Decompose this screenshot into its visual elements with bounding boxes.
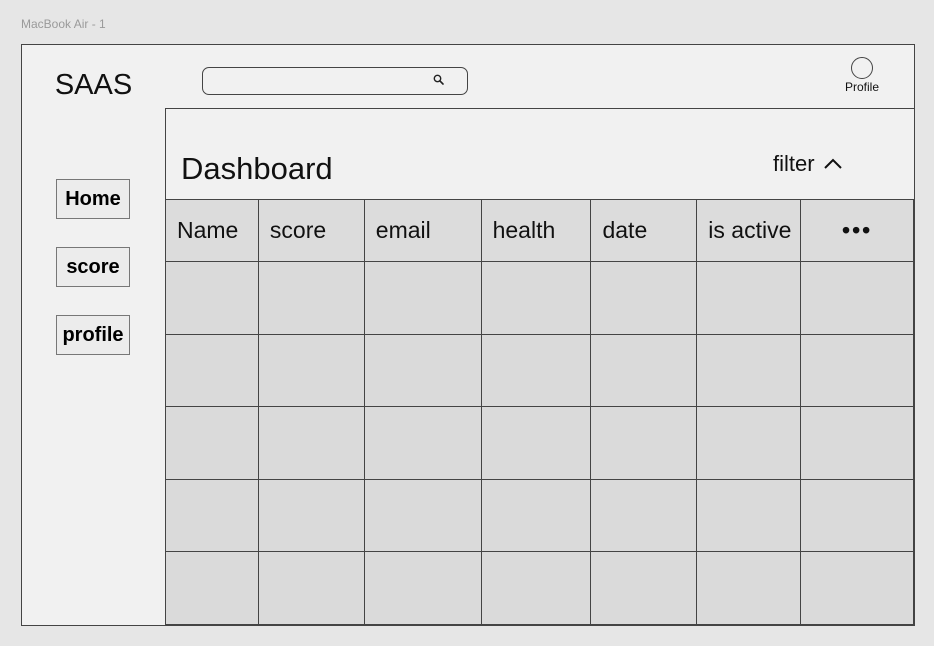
profile-label: Profile xyxy=(844,80,879,94)
frame-label: MacBook Air - 1 xyxy=(21,17,106,31)
table-cell xyxy=(363,478,482,553)
filter-label: filter xyxy=(773,151,815,176)
table-cell xyxy=(480,478,592,553)
column-header-date[interactable]: date xyxy=(590,199,698,262)
table-cell xyxy=(165,406,259,480)
table-cell xyxy=(363,406,482,480)
table-cell xyxy=(590,261,698,335)
column-header-score[interactable]: score xyxy=(257,199,365,262)
sidebar-item-profile[interactable]: profile xyxy=(56,315,130,355)
app-logo: SAAS xyxy=(54,69,133,101)
table-cell xyxy=(257,551,365,625)
column-header-is-active[interactable]: is active xyxy=(696,199,802,262)
table-cell xyxy=(257,478,365,553)
data-table: Name score email health date is active •… xyxy=(165,199,914,625)
table-cell xyxy=(257,406,365,480)
app-window: SAAS Home score profile Profile Dashboar… xyxy=(21,44,915,626)
table-cell xyxy=(696,333,802,408)
table-cell xyxy=(165,261,259,335)
table-header-row: Name score email health date is active •… xyxy=(165,199,914,262)
table-cell xyxy=(480,261,592,335)
table-cell xyxy=(480,406,592,480)
table-cell xyxy=(165,333,259,408)
more-options-icon[interactable]: ••• xyxy=(800,199,914,262)
table-row[interactable] xyxy=(165,261,914,335)
sidebar-item-score[interactable]: score xyxy=(56,247,130,287)
column-header-health[interactable]: health xyxy=(480,199,592,262)
table-cell xyxy=(800,406,914,480)
profile-button[interactable]: Profile xyxy=(837,57,887,94)
table-cell xyxy=(696,406,802,480)
table-cell xyxy=(480,551,592,625)
search-icon[interactable] xyxy=(432,73,446,87)
search-input[interactable] xyxy=(211,71,415,93)
table-cell xyxy=(165,478,259,553)
table-cell xyxy=(590,333,698,408)
table-cell xyxy=(696,261,802,335)
table-cell xyxy=(363,551,482,625)
column-header-name[interactable]: Name xyxy=(165,199,259,262)
table-row[interactable] xyxy=(165,478,914,553)
sidebar-item-home[interactable]: Home xyxy=(56,179,130,219)
page-title: Dashboard xyxy=(181,151,333,186)
sidebar: SAAS Home score profile xyxy=(22,45,166,625)
avatar[interactable] xyxy=(851,57,873,79)
topbar: Profile xyxy=(165,45,914,109)
table-cell xyxy=(696,478,802,553)
table-cell xyxy=(800,551,914,625)
column-header-email[interactable]: email xyxy=(363,199,482,262)
table-cell xyxy=(480,333,592,408)
table-cell xyxy=(363,261,482,335)
chevron-up-icon xyxy=(823,158,842,169)
table-cell xyxy=(800,261,914,335)
table-row[interactable] xyxy=(165,406,914,480)
table-cell xyxy=(696,551,802,625)
table-cell xyxy=(165,551,259,625)
table-cell xyxy=(800,478,914,553)
table-cell xyxy=(257,333,365,408)
table-cell xyxy=(363,333,482,408)
table-cell xyxy=(590,478,698,553)
filter-button[interactable]: filter xyxy=(773,151,843,177)
table-row[interactable] xyxy=(165,551,914,625)
table-cell xyxy=(590,551,698,625)
table-cell xyxy=(590,406,698,480)
search-bar[interactable] xyxy=(202,67,468,95)
table-cell xyxy=(800,333,914,408)
table-row[interactable] xyxy=(165,333,914,408)
table-cell xyxy=(257,261,365,335)
